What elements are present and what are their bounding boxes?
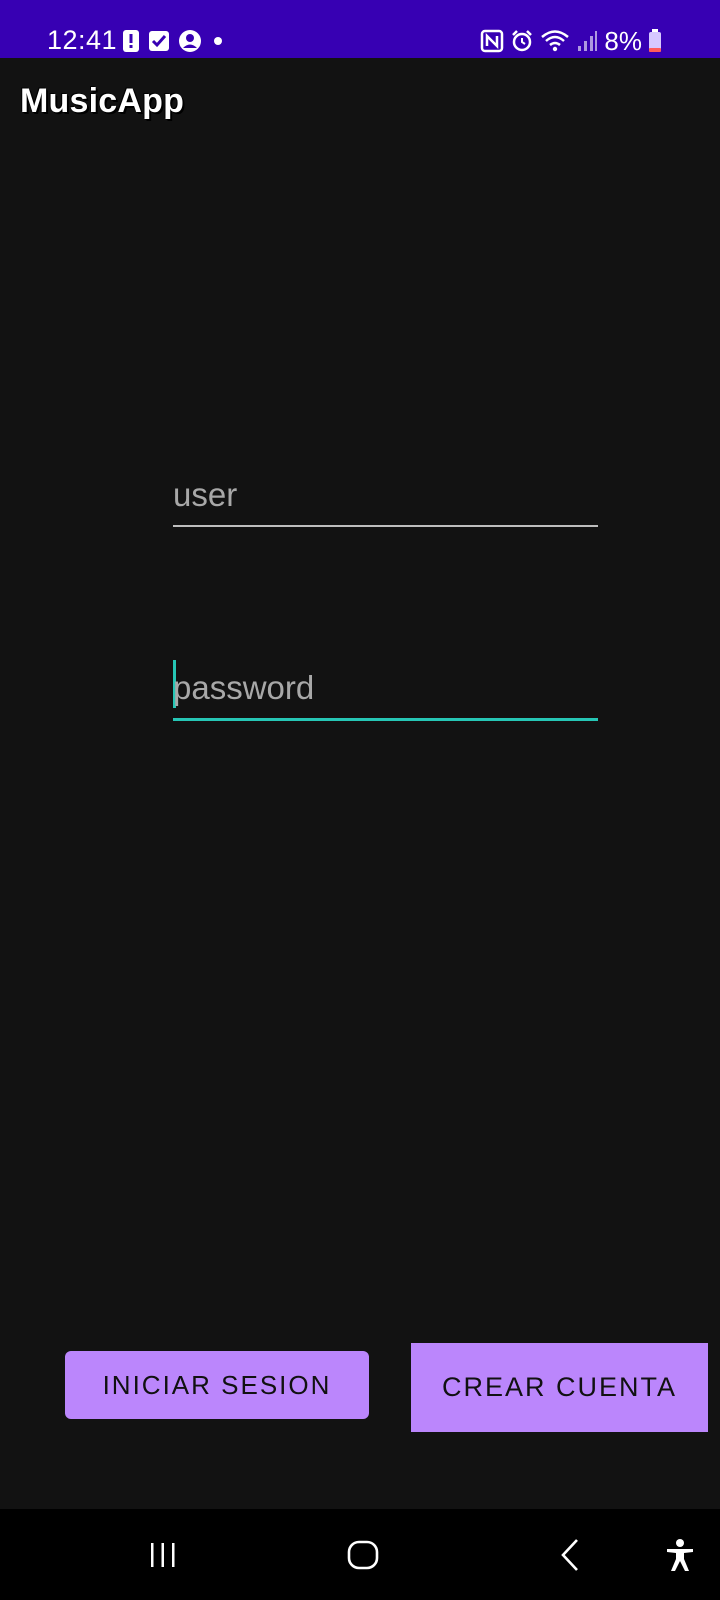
dot-icon (210, 33, 226, 49)
nfc-icon (480, 29, 504, 53)
navigation-bar (0, 1509, 720, 1600)
alert-icon (122, 29, 140, 53)
home-icon (347, 1540, 379, 1570)
status-bar: 12:41 8% (0, 0, 720, 58)
accessibility-button[interactable] (660, 1509, 700, 1600)
back-icon (559, 1538, 581, 1572)
checkbox-icon (148, 30, 170, 52)
status-right-icons: 8% (480, 26, 662, 56)
alarm-icon (510, 29, 534, 53)
accessibility-icon (665, 1538, 695, 1572)
status-time: 12:41 (47, 25, 118, 55)
recents-button[interactable] (140, 1509, 186, 1600)
recents-icon (148, 1541, 178, 1569)
create-account-button[interactable]: CREAR CUENTA (411, 1343, 708, 1432)
account-icon (178, 29, 202, 53)
back-button[interactable] (550, 1509, 590, 1600)
user-field[interactable] (173, 465, 598, 527)
status-left-icons (122, 28, 226, 54)
wifi-icon (540, 29, 570, 53)
password-field[interactable] (173, 658, 598, 721)
app-title: MusicApp (20, 82, 185, 120)
user-input[interactable] (173, 473, 598, 517)
home-button[interactable] (340, 1509, 386, 1600)
password-input[interactable] (173, 666, 598, 710)
battery-percentage: 8% (604, 26, 642, 56)
signal-icon (576, 29, 598, 53)
login-button[interactable]: INICIAR SESION (65, 1351, 369, 1419)
battery-icon (648, 29, 662, 53)
